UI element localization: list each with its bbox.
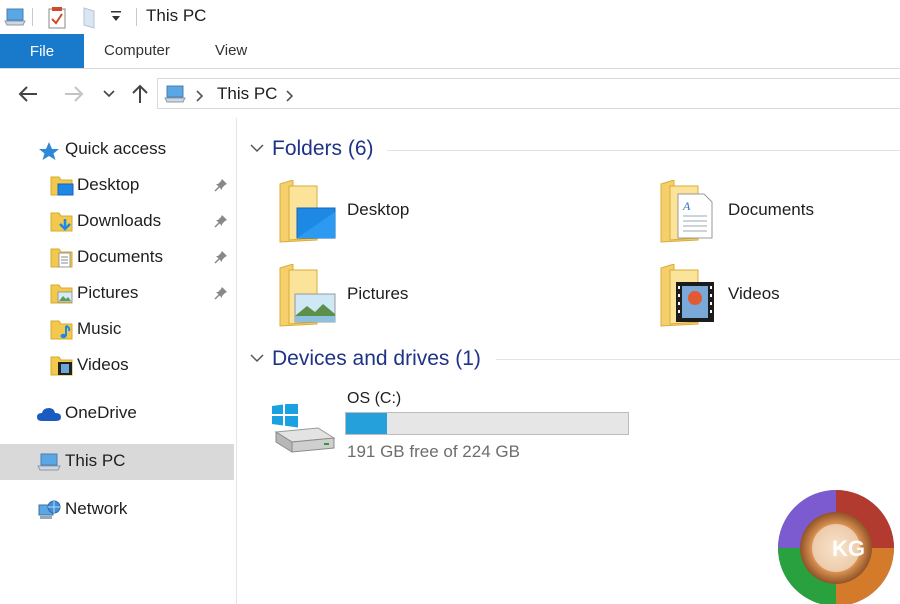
pin-icon[interactable] xyxy=(214,286,228,305)
tab-file[interactable]: File xyxy=(0,34,84,68)
sidebar-item-onedrive[interactable]: OneDrive xyxy=(0,396,234,432)
navigation-bar: This PC xyxy=(0,70,900,118)
sidebar-item-quick-access[interactable]: Quick access xyxy=(0,132,234,168)
drive-usage-bar xyxy=(345,412,629,435)
sidebar-item-videos[interactable]: Videos xyxy=(0,348,234,384)
downloads-folder-icon xyxy=(50,211,74,238)
pin-icon[interactable] xyxy=(214,178,228,197)
address-bar[interactable]: This PC xyxy=(157,78,900,109)
sidebar-item-label: Documents xyxy=(77,247,163,266)
sidebar-item-desktop[interactable]: Desktop xyxy=(0,168,234,204)
windows-drive-icon xyxy=(270,402,336,459)
sidebar-item-label: Pictures xyxy=(77,283,139,302)
folder-name: Documents xyxy=(728,200,814,219)
folders-group-header[interactable]: Folders (6) xyxy=(250,137,390,163)
title-separator xyxy=(32,8,33,26)
folder-tile-documents[interactable]: A Documents xyxy=(660,179,900,250)
devices-group-header[interactable]: Devices and drives (1) xyxy=(250,347,490,373)
sidebar-item-downloads[interactable]: Downloads xyxy=(0,204,234,240)
recent-locations-button[interactable] xyxy=(97,82,121,106)
new-folder-icon[interactable] xyxy=(82,7,100,34)
customize-dropdown-icon[interactable] xyxy=(110,10,122,29)
computer-icon xyxy=(163,84,187,109)
pin-icon[interactable] xyxy=(214,214,228,233)
folder-tile-desktop[interactable]: Desktop xyxy=(279,179,579,250)
chevron-down-icon xyxy=(103,90,115,98)
sidebar-item-this-pc[interactable]: This PC xyxy=(0,444,234,480)
up-button[interactable] xyxy=(128,82,152,106)
back-button[interactable] xyxy=(16,82,40,106)
pin-icon[interactable] xyxy=(214,250,228,269)
computer-icon xyxy=(36,452,62,477)
star-icon xyxy=(38,141,60,166)
pictures-folder-icon xyxy=(50,283,74,310)
svg-text:A: A xyxy=(682,199,691,213)
sidebar-item-label: Music xyxy=(77,319,122,338)
documents-folder-icon: A xyxy=(660,179,718,249)
cloud-icon xyxy=(36,406,62,427)
sidebar-item-label: OneDrive xyxy=(65,403,137,422)
section-title: Folders (6) xyxy=(272,137,374,160)
chevron-right-icon[interactable] xyxy=(196,89,204,107)
chevron-down-icon[interactable] xyxy=(250,350,264,368)
section-title: Devices and drives (1) xyxy=(272,347,481,370)
drive-usage-fill xyxy=(346,413,388,434)
sidebar-item-label: Network xyxy=(65,499,128,518)
title-separator xyxy=(136,8,137,26)
forward-arrow-icon xyxy=(65,86,84,102)
sidebar-item-label: Videos xyxy=(77,355,129,374)
up-arrow-icon xyxy=(132,84,148,103)
folder-name: Pictures xyxy=(347,284,409,303)
videos-folder-icon xyxy=(50,355,74,382)
desktop-folder-icon xyxy=(50,175,74,202)
computer-icon[interactable] xyxy=(4,7,26,32)
drive-free-space: 191 GB free of 224 GB xyxy=(347,442,520,461)
documents-folder-icon xyxy=(50,247,74,274)
sidebar-item-pictures[interactable]: Pictures xyxy=(0,276,234,312)
tab-view[interactable]: View xyxy=(215,42,247,59)
music-folder-icon xyxy=(50,319,74,346)
sidebar-item-music[interactable]: Music xyxy=(0,312,234,348)
sidebar-item-label: Quick access xyxy=(65,139,167,158)
navigation-pane: Quick access Desktop Downloads Documents xyxy=(0,118,237,604)
window-title: This PC xyxy=(146,6,207,25)
chevron-down-icon[interactable] xyxy=(250,140,264,158)
section-divider xyxy=(387,150,900,151)
section-divider xyxy=(496,359,900,360)
videos-folder-icon xyxy=(660,263,718,333)
title-bar: This PC xyxy=(0,0,900,34)
folder-name: Videos xyxy=(728,284,780,303)
sidebar-item-documents[interactable]: Documents xyxy=(0,240,234,276)
sidebar-item-label: Downloads xyxy=(77,211,162,230)
back-arrow-icon xyxy=(18,86,37,102)
sidebar-item-network[interactable]: Network xyxy=(0,492,234,528)
forward-button[interactable] xyxy=(62,82,86,106)
chevron-right-icon[interactable] xyxy=(286,89,294,107)
drive-name: OS (C:) xyxy=(347,390,402,407)
svg-text:KG: KG xyxy=(832,536,865,561)
folder-name: Desktop xyxy=(347,200,410,219)
address-path[interactable]: This PC xyxy=(217,84,277,104)
network-icon xyxy=(36,499,62,526)
drive-tile-os-c[interactable]: OS (C:) 191 GB free of 224 GB xyxy=(268,386,648,466)
pictures-folder-icon xyxy=(279,263,337,333)
kg-watermark-logo: KG xyxy=(774,486,898,604)
folder-tile-pictures[interactable]: Pictures xyxy=(279,263,579,334)
ribbon: File Computer View xyxy=(0,34,900,69)
desktop-folder-icon xyxy=(279,179,337,249)
properties-icon[interactable] xyxy=(48,7,66,34)
sidebar-item-label: Desktop xyxy=(77,175,140,194)
sidebar-item-label: This PC xyxy=(65,451,126,470)
folder-tile-videos[interactable]: Videos xyxy=(660,263,900,334)
tab-computer[interactable]: Computer xyxy=(104,42,170,59)
